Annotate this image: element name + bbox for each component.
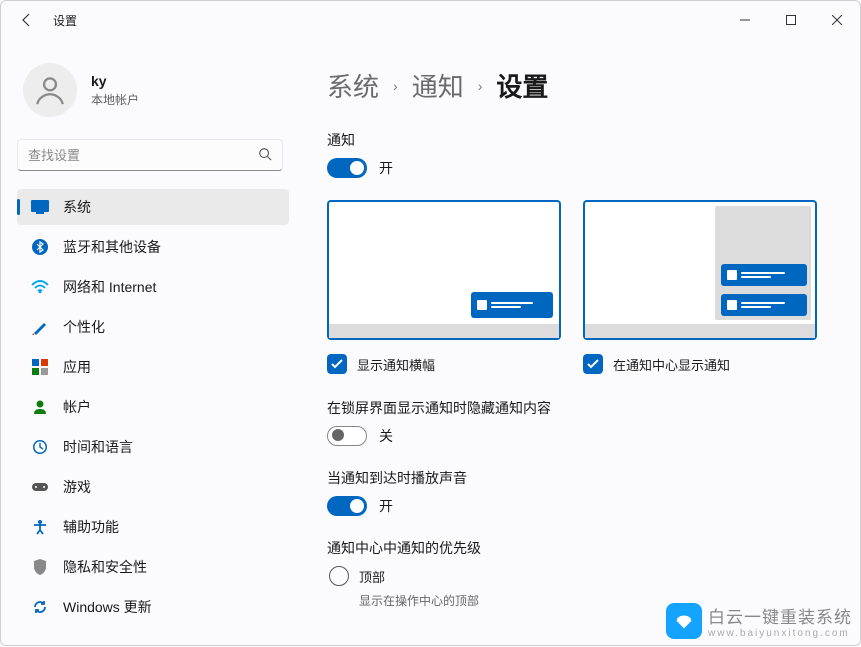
avatar bbox=[23, 63, 77, 117]
priority-top-desc: 显示在操作中心的顶部 bbox=[359, 592, 840, 609]
user-block[interactable]: ky 本地帐户 bbox=[1, 57, 299, 139]
minimize-button[interactable] bbox=[722, 1, 768, 39]
search-icon bbox=[258, 147, 272, 164]
window-title: 设置 bbox=[53, 12, 77, 29]
page-title: 设置 bbox=[496, 67, 548, 104]
chevron-right-icon: › bbox=[478, 78, 483, 94]
nav-label: 隐私和安全性 bbox=[63, 557, 147, 577]
toggle-state: 开 bbox=[379, 496, 393, 516]
notifications-toggle[interactable] bbox=[327, 158, 367, 178]
apps-icon bbox=[31, 358, 49, 376]
toggle-state: 关 bbox=[379, 426, 393, 446]
sidebar-item-system[interactable]: 系统 bbox=[17, 189, 289, 225]
nav-label: Windows 更新 bbox=[63, 597, 152, 617]
gaming-icon bbox=[31, 478, 49, 496]
notification-center-preview[interactable] bbox=[583, 200, 817, 340]
sidebar: ky 本地帐户 系统 蓝牙和其他设备 网络和 In bbox=[1, 39, 299, 647]
maximize-button[interactable] bbox=[768, 1, 814, 39]
breadcrumb-notifications[interactable]: 通知 bbox=[412, 67, 464, 104]
close-button[interactable] bbox=[814, 1, 860, 39]
nav-label: 帐户 bbox=[63, 397, 91, 417]
nav-label: 应用 bbox=[63, 357, 91, 377]
accessibility-icon bbox=[31, 518, 49, 536]
nav-label: 系统 bbox=[63, 197, 91, 217]
sidebar-item-gaming[interactable]: 游戏 bbox=[17, 469, 289, 505]
sidebar-item-time-language[interactable]: 时间和语言 bbox=[17, 429, 289, 465]
priority-label: 通知中心中通知的优先级 bbox=[327, 538, 840, 558]
nav-label: 个性化 bbox=[63, 317, 105, 337]
nav-label: 时间和语言 bbox=[63, 437, 133, 457]
update-icon bbox=[31, 598, 49, 616]
main-content: 系统 › 通知 › 设置 通知 开 bbox=[299, 39, 860, 647]
nav-label: 辅助功能 bbox=[63, 517, 119, 537]
show-in-center-checkbox[interactable] bbox=[583, 354, 603, 374]
sidebar-item-accessibility[interactable]: 辅助功能 bbox=[17, 509, 289, 545]
user-type: 本地帐户 bbox=[91, 91, 139, 108]
titlebar: 设置 bbox=[1, 1, 860, 39]
sidebar-item-apps[interactable]: 应用 bbox=[17, 349, 289, 385]
show-banners-checkbox[interactable] bbox=[327, 354, 347, 374]
user-name: ky bbox=[91, 73, 139, 89]
accounts-icon bbox=[31, 398, 49, 416]
network-icon bbox=[31, 278, 49, 296]
nav-label: 蓝牙和其他设备 bbox=[63, 237, 161, 257]
hide-content-lockscreen-label: 在锁屏界面显示通知时隐藏通知内容 bbox=[327, 398, 840, 418]
nav-label: 游戏 bbox=[63, 477, 91, 497]
breadcrumb: 系统 › 通知 › 设置 bbox=[327, 67, 840, 104]
bluetooth-icon bbox=[31, 238, 49, 256]
sidebar-item-privacy[interactable]: 隐私和安全性 bbox=[17, 549, 289, 585]
back-button[interactable] bbox=[19, 12, 35, 28]
system-icon bbox=[31, 198, 49, 216]
banner-preview[interactable] bbox=[327, 200, 561, 340]
time-icon bbox=[31, 438, 49, 456]
sidebar-item-network[interactable]: 网络和 Internet bbox=[17, 269, 289, 305]
nav-list: 系统 蓝牙和其他设备 网络和 Internet 个性化 应用 帐户 bbox=[1, 189, 299, 625]
privacy-icon bbox=[31, 558, 49, 576]
nav-label: 网络和 Internet bbox=[63, 277, 156, 297]
show-banners-label: 显示通知横幅 bbox=[357, 355, 435, 374]
breadcrumb-system[interactable]: 系统 bbox=[327, 67, 379, 104]
priority-top-radio[interactable] bbox=[329, 566, 349, 586]
sidebar-item-bluetooth[interactable]: 蓝牙和其他设备 bbox=[17, 229, 289, 265]
sidebar-item-accounts[interactable]: 帐户 bbox=[17, 389, 289, 425]
notifications-label: 通知 bbox=[327, 130, 840, 150]
sidebar-item-windows-update[interactable]: Windows 更新 bbox=[17, 589, 289, 625]
priority-top-label: 顶部 bbox=[359, 567, 385, 586]
play-sound-label: 当通知到达时播放声音 bbox=[327, 468, 840, 488]
chevron-right-icon: › bbox=[393, 78, 398, 94]
play-sound-toggle[interactable] bbox=[327, 496, 367, 516]
personalize-icon bbox=[31, 318, 49, 336]
search-input[interactable] bbox=[17, 139, 283, 171]
sidebar-item-personalization[interactable]: 个性化 bbox=[17, 309, 289, 345]
show-in-center-label: 在通知中心显示通知 bbox=[613, 355, 730, 374]
toggle-state: 开 bbox=[379, 158, 393, 178]
hide-content-lockscreen-toggle[interactable] bbox=[327, 426, 367, 446]
